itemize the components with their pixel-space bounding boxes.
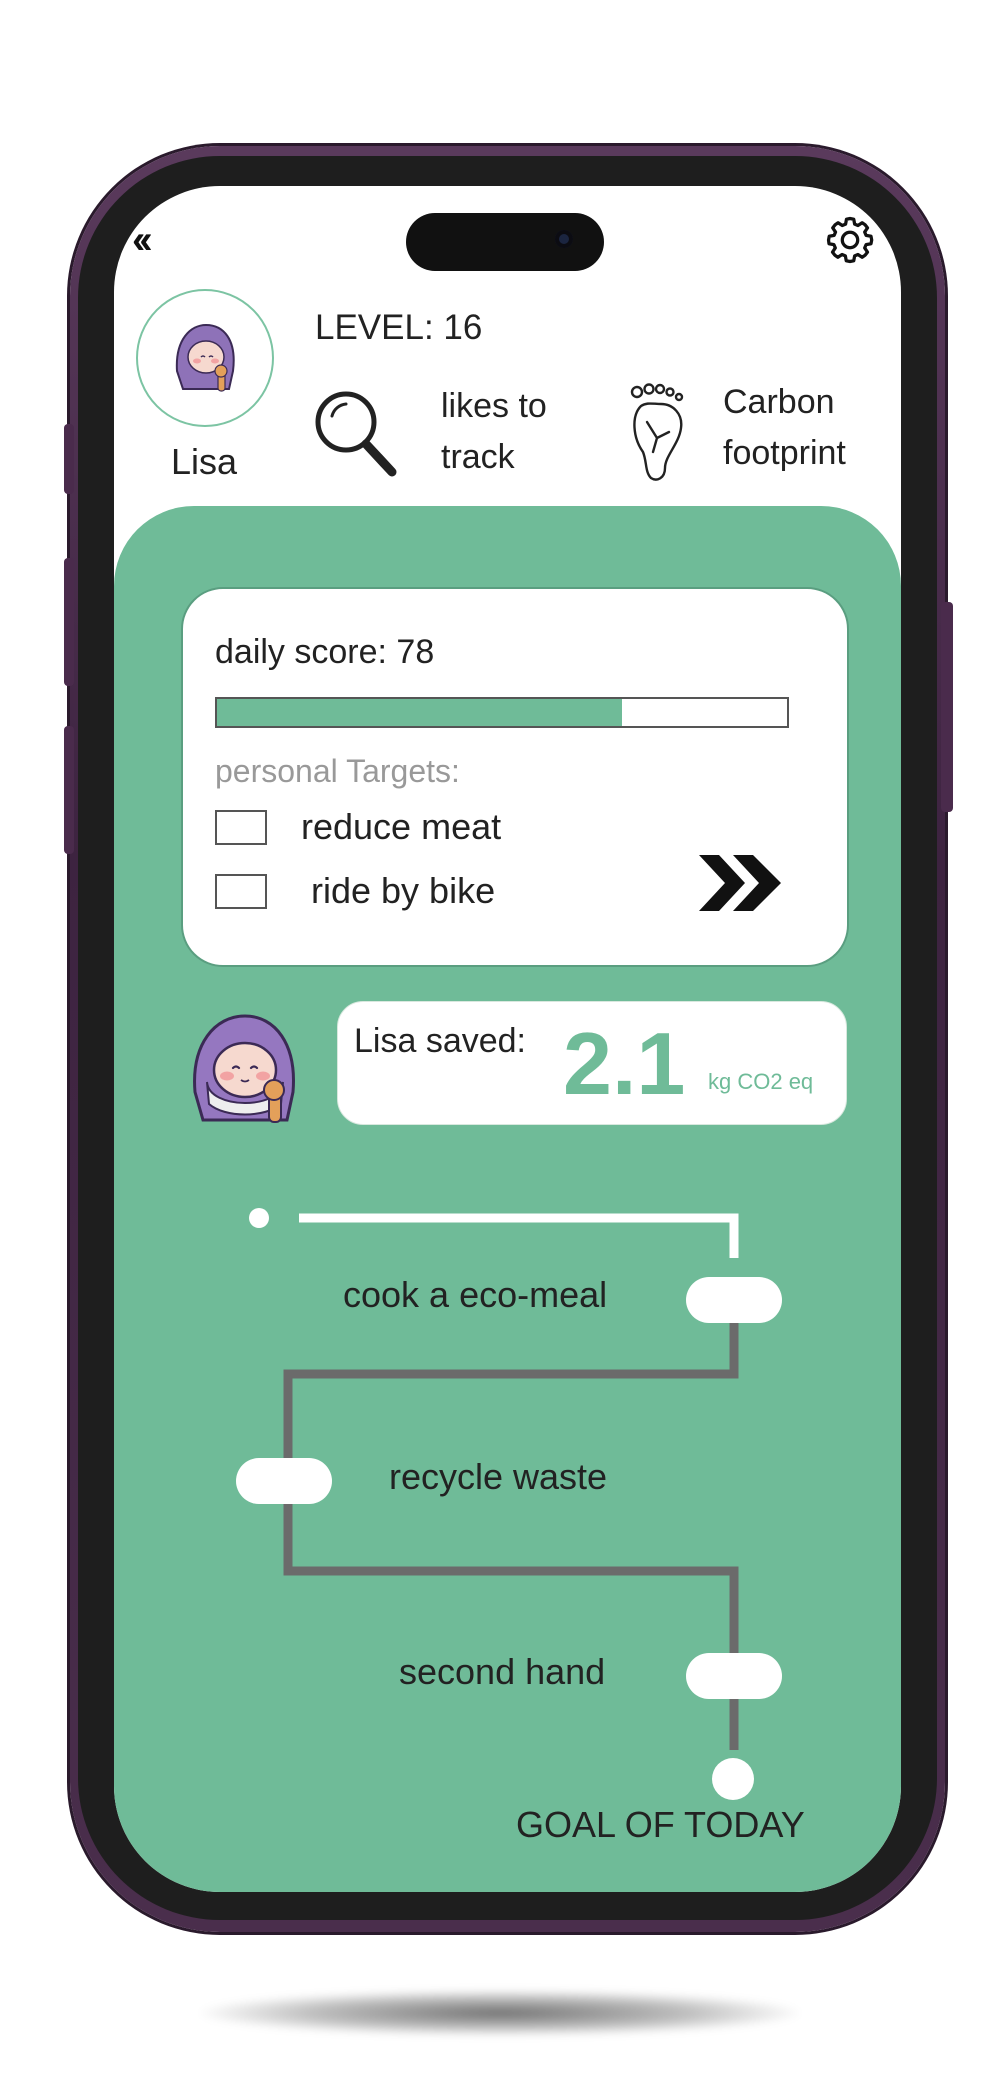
step-label: cook a eco-meal [343,1274,608,1315]
power-button [941,602,953,812]
step-toggle[interactable] [686,1277,782,1323]
progress-path [249,1208,739,1750]
mute-switch [64,424,74,494]
goal-label: GOAL OF TODAY [516,1804,805,1845]
volume-up-button [64,558,74,686]
step-toggle[interactable] [686,1653,782,1699]
path-start-dot [249,1208,269,1228]
phone-shadow [200,1990,800,2036]
step-label: second hand [399,1651,606,1692]
step-label: recycle waste [389,1456,608,1497]
goal-dot [712,1758,754,1800]
volume-down-button [64,726,74,854]
app-screen: ‹‹ Lisa LEVEL: 16 likes to track Carbon … [114,186,901,1892]
path-completed-segment [299,1213,739,1258]
step-toggle[interactable] [236,1458,332,1504]
